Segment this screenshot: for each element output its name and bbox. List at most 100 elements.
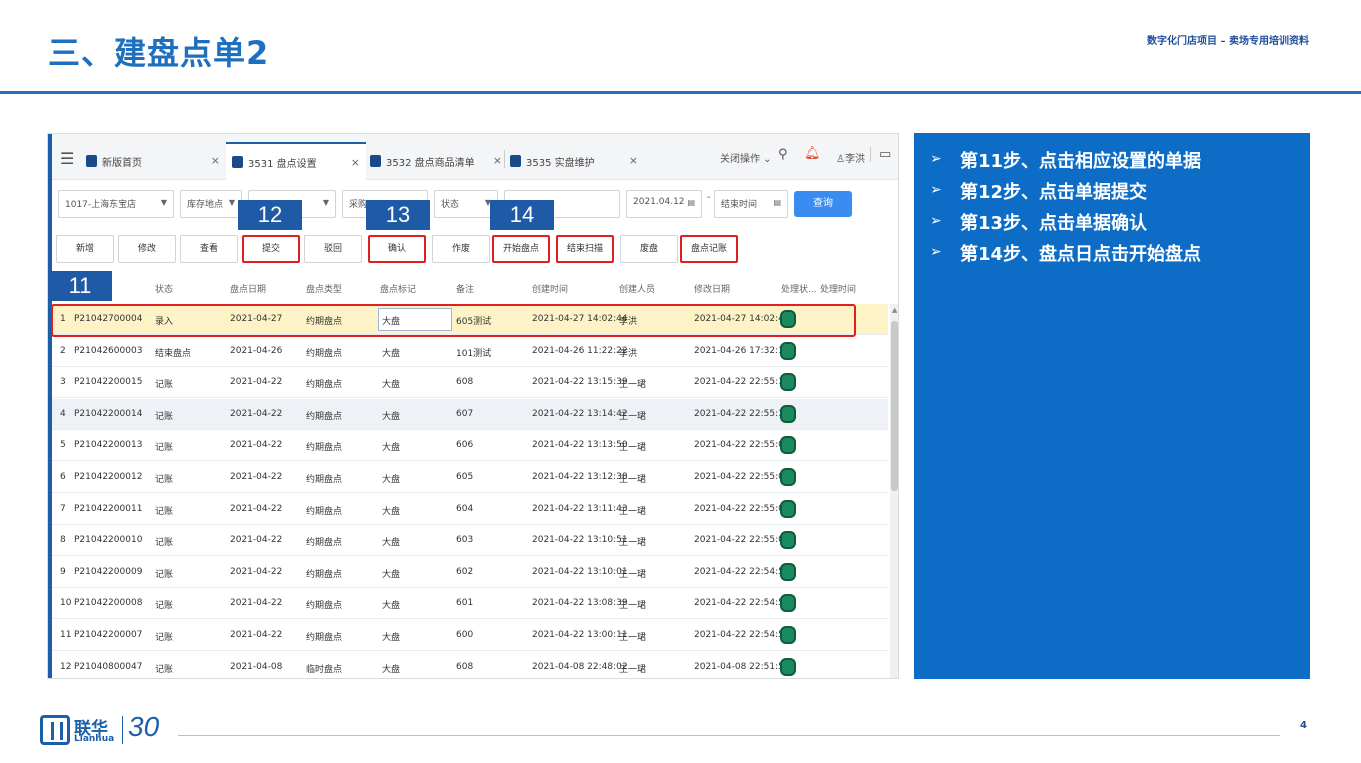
type-cell: 约期盘点 — [306, 443, 343, 454]
tab-home[interactable]: 新版首页 × — [86, 142, 226, 180]
search-icon[interactable]: ⚲ — [778, 147, 788, 162]
process-status-icon[interactable] — [780, 626, 796, 644]
tab-label: 3531 盘点设置 — [248, 158, 317, 170]
screen-icon[interactable]: ▭ — [870, 147, 891, 162]
tab-label: 3535 实盘维护 — [526, 157, 595, 169]
remark-cell: 602 — [456, 566, 474, 577]
close-icon[interactable]: × — [211, 154, 220, 167]
instruction-step-12: 第12步、点击单据提交 — [960, 182, 1148, 203]
column-header: 状态 — [155, 285, 174, 295]
table-row[interactable]: 11 P21042200007 记账 2021-04-22 约期盘点 大盘 600 2021-… — [52, 620, 888, 651]
flag-cell: 大盘 — [382, 348, 401, 359]
close-icon[interactable]: × — [493, 154, 502, 167]
confirm-button[interactable]: 确认 — [368, 235, 426, 263]
calendar-icon: ▤ — [773, 198, 781, 207]
user-menu[interactable]: ♙李洪 — [836, 150, 865, 165]
process-status-icon[interactable] — [780, 594, 796, 613]
remark-cell: 608 — [456, 661, 474, 672]
column-header: 处理状... — [781, 285, 817, 295]
remark-cell: 606 — [456, 440, 474, 451]
tab-page-icon — [510, 155, 521, 167]
row-number: 5 — [60, 440, 66, 451]
column-header: 盘点类型 — [306, 285, 343, 295]
row-number: 9 — [60, 566, 66, 577]
instruction-step-13: 第13步、点击单据确认 — [960, 213, 1148, 234]
end-scan-button[interactable]: 结束扫描 — [556, 235, 614, 263]
status-cell: 记账 — [155, 601, 174, 612]
table-row[interactable]: 3 P21042200015 记账 2021-04-22 约期盘点 大盘 608 2021-0… — [52, 367, 888, 399]
edit-button[interactable]: 修改 — [118, 235, 176, 263]
table-row[interactable]: 8 P21042200010 记账 2021-04-22 约期盘点 大盘 603 2021-0… — [52, 525, 888, 557]
table-row[interactable]: 5 P21042200013 记账 2021-04-22 约期盘点 大盘 606 2021-0… — [52, 430, 888, 462]
table-row[interactable]: 9 P21042200009 记账 2021-04-22 约期盘点 大盘 602 2021-0… — [52, 557, 888, 588]
creator-cell: 王一珺 — [619, 569, 647, 580]
process-status-icon[interactable] — [780, 373, 796, 392]
table-row[interactable]: 4 P21042200014 记账 2021-04-22 约期盘点 大盘 607 2021-0… — [52, 398, 888, 430]
table-row[interactable]: 2 P21042600003 结束盘点 2021-04-26 约期盘点 大盘 101测试 20… — [52, 336, 888, 367]
start-date-input[interactable]: 2021.04.12 ▤ — [626, 190, 702, 218]
doc-id: P21042200013 — [74, 440, 143, 451]
stocktake-post-button[interactable]: 盘点记账 — [680, 235, 738, 263]
location-select[interactable]: 库存地点 ▼ — [180, 190, 242, 218]
status-select[interactable]: 状态 ▼ — [434, 190, 498, 218]
instruction-panel: ➢ 第11步、点击相应设置的单据 ➢ 第12步、点击单据提交 ➢ 第13步、点击… — [914, 133, 1310, 679]
store-select[interactable]: 1017-上海东宝店 ▼ — [58, 190, 174, 218]
type-cell: 约期盘点 — [306, 633, 343, 643]
modified-cell: 2021-04-22 22:55:03 — [694, 503, 790, 514]
date-cell: 2021-04-22 — [230, 503, 283, 514]
date-cell: 2021-04-22 — [230, 472, 283, 482]
tab-actual-count[interactable]: 3535 实盘维护 × — [508, 142, 644, 180]
table-row[interactable]: 12 P21040800047 记账 2021-04-08 临时盘点 大盘 608 2021-… — [52, 652, 888, 678]
tab-stocktake-items[interactable]: 3532 盘点商品清单 × — [368, 142, 508, 180]
process-status-icon[interactable] — [780, 531, 796, 550]
tab-label: 3532 盘点商品清单 — [386, 157, 475, 169]
doc-id: P21042200011 — [74, 503, 143, 514]
creator-cell: 王一珺 — [619, 664, 647, 675]
process-status-icon[interactable] — [780, 468, 796, 486]
process-status-icon[interactable] — [780, 562, 796, 581]
row-number: 7 — [60, 503, 66, 514]
creator-cell: 王一珺 — [619, 380, 647, 391]
end-date-input[interactable]: 结束时间 ▤ — [714, 190, 788, 218]
type-cell: 约期盘点 — [306, 411, 343, 422]
close-icon[interactable]: × — [629, 154, 638, 167]
process-status-icon[interactable] — [780, 404, 796, 423]
reject-button[interactable]: 驳回 — [304, 235, 362, 263]
table-header: 状态 盘点日期 盘点类型 盘点标记 备注 创建时间 创建人员 修改日期 处理状.… — [52, 271, 888, 303]
table-row[interactable]: 10 P21042200008 记账 2021-04-22 约期盘点 大盘 601 2021-… — [52, 588, 888, 620]
process-status-icon[interactable] — [780, 657, 796, 676]
discard-stocktake-button[interactable]: 废盘 — [620, 235, 678, 263]
table-row[interactable]: 6 P21042200012 记账 2021-04-22 约期盘点 大盘 605 2021-0… — [52, 462, 888, 493]
instruction-step-11: 第11步、点击相应设置的单据 — [960, 151, 1202, 172]
view-button[interactable]: 查看 — [180, 235, 238, 263]
process-status-icon[interactable] — [780, 436, 796, 455]
related-ops-menu[interactable]: 关闭操作 ⌄ — [720, 150, 772, 165]
created-cell: 2021-04-22 13:12:38 — [532, 472, 628, 482]
row-number: 11 — [60, 630, 72, 640]
step-badge-14: 14 — [490, 200, 554, 230]
creator-cell: 王一珺 — [619, 538, 647, 549]
modified-cell: 2021-04-22 22:55:09 — [694, 440, 790, 451]
bell-icon[interactable]: 🔔︎ — [804, 146, 821, 161]
add-button[interactable]: 新增 — [56, 235, 114, 263]
process-status-icon[interactable] — [780, 499, 796, 518]
close-icon[interactable]: × — [351, 156, 360, 169]
status-cell: 记账 — [155, 443, 174, 454]
creator-cell: 王一珺 — [619, 601, 647, 612]
status-cell: 结束盘点 — [155, 348, 192, 359]
process-status-icon[interactable] — [780, 341, 796, 360]
submit-button[interactable]: 提交 — [242, 235, 300, 263]
tab-stocktake-settings[interactable]: 3531 盘点设置 × — [226, 142, 366, 180]
scrollbar-thumb[interactable] — [891, 321, 898, 491]
type-cell: 约期盘点 — [306, 538, 343, 549]
query-button[interactable]: 查询 — [794, 191, 852, 217]
status-cell: 记账 — [155, 569, 174, 580]
status-cell: 记账 — [155, 475, 174, 485]
table-row[interactable]: 7 P21042200011 记账 2021-04-22 约期盘点 大盘 604 2021-0… — [52, 494, 888, 525]
void-button[interactable]: 作废 — [432, 235, 490, 263]
hamburger-menu-icon[interactable]: ☰ — [60, 149, 74, 168]
status-cell: 记账 — [155, 411, 174, 422]
scroll-up-icon[interactable]: ▲ — [892, 306, 897, 314]
start-stocktake-button[interactable]: 开始盘点 — [492, 235, 550, 263]
date-cell: 2021-04-22 — [230, 566, 283, 577]
